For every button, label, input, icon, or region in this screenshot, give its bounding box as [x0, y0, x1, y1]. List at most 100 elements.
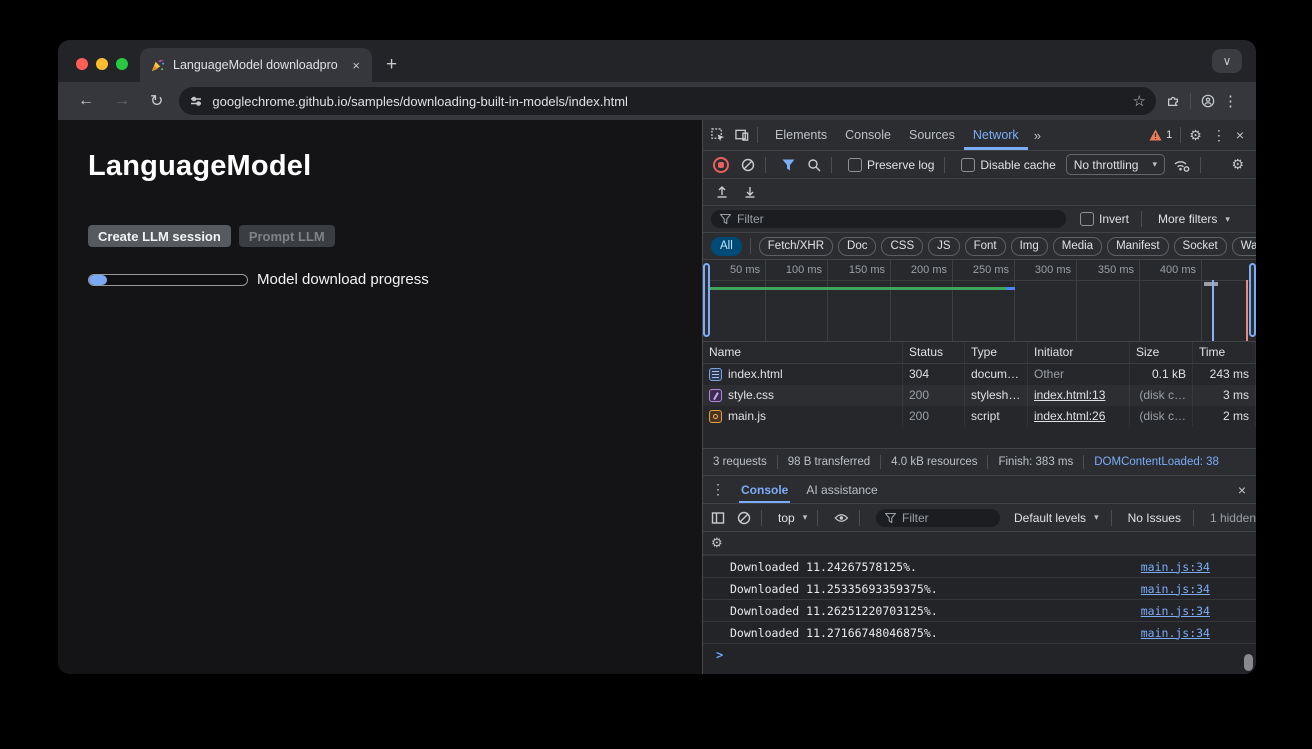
preserve-log-checkbox[interactable] [848, 158, 862, 172]
chip-media[interactable]: Media [1053, 237, 1102, 256]
table-row[interactable]: style.css 200 stylesh… index.html:13 (di… [703, 385, 1256, 406]
chip-img[interactable]: Img [1011, 237, 1048, 256]
network-filter-input[interactable]: Filter [711, 210, 1066, 228]
console-message[interactable]: Downloaded 11.25335693359375%. main.js:3… [703, 578, 1256, 600]
tab-search-button[interactable]: ∨ [1212, 49, 1242, 73]
drawer-menu-icon[interactable]: ⋮ [711, 481, 725, 498]
col-initiator[interactable]: Initiator [1028, 342, 1130, 363]
network-filter-row: Filter Invert More filters ▾ [703, 206, 1256, 233]
more-tabs-icon[interactable]: » [1028, 128, 1047, 143]
chip-manifest[interactable]: Manifest [1107, 237, 1168, 256]
clear-console-icon[interactable] [737, 511, 751, 525]
record-network-log-button[interactable] [713, 157, 729, 173]
issues-counter[interactable]: No Issues [1128, 511, 1181, 525]
chip-css[interactable]: CSS [881, 237, 923, 256]
console-sidebar-icon[interactable] [711, 511, 725, 525]
preserve-log-label[interactable]: Preserve log [867, 158, 934, 172]
col-type[interactable]: Type [965, 342, 1028, 363]
minimize-window-button[interactable] [96, 58, 108, 70]
chip-all[interactable]: All [711, 237, 742, 256]
device-toolbar-icon[interactable] [735, 128, 749, 142]
console-prompt[interactable]: > [703, 644, 1256, 666]
disable-cache-label[interactable]: Disable cache [980, 158, 1055, 172]
bookmark-star-icon[interactable]: ☆ [1133, 92, 1146, 110]
site-settings-icon[interactable] [189, 94, 203, 108]
invert-label[interactable]: Invert [1099, 212, 1129, 226]
live-expression-eye-icon[interactable] [834, 512, 849, 524]
devtools-tab-console[interactable]: Console [836, 120, 900, 150]
extensions-icon[interactable] [1166, 94, 1180, 108]
network-settings-icon[interactable]: ⚙ [1231, 156, 1244, 173]
invert-checkbox[interactable] [1080, 212, 1094, 226]
address-bar[interactable]: googlechrome.github.io/samples/downloadi… [179, 87, 1156, 115]
chip-js[interactable]: JS [928, 237, 959, 256]
col-status[interactable]: Status [903, 342, 965, 363]
console-filter-placeholder: Filter [902, 511, 929, 525]
context-arrow-icon: ▾ [803, 512, 808, 523]
more-filters-arrow-icon[interactable]: ▾ [1225, 214, 1230, 225]
prompt-llm-button[interactable]: Prompt LLM [239, 225, 335, 247]
source-link[interactable]: main.js:34 [1141, 604, 1210, 618]
tick-400ms: 400 ms [1139, 260, 1201, 280]
console-message[interactable]: Downloaded 11.24267578125%. main.js:34 [703, 555, 1256, 578]
devtools-settings-icon[interactable]: ⚙ [1189, 127, 1202, 144]
network-conditions-icon[interactable] [1173, 158, 1190, 172]
export-har-icon[interactable] [743, 185, 757, 199]
devtools-menu-icon[interactable]: ⋮ [1212, 127, 1226, 144]
reload-button[interactable]: ↻ [150, 91, 163, 111]
browser-tab[interactable]: LanguageModel downloadpro × [140, 48, 372, 82]
disable-cache-checkbox[interactable] [961, 158, 975, 172]
devtools-tab-elements[interactable]: Elements [766, 120, 836, 150]
chip-doc[interactable]: Doc [838, 237, 876, 256]
forward-button[interactable]: → [114, 92, 130, 110]
table-row[interactable]: index.html 304 docum… Other 0.1 kB 243 m… [703, 364, 1256, 385]
inspect-element-icon[interactable] [711, 128, 725, 142]
import-har-icon[interactable] [715, 185, 729, 199]
network-filter-icon[interactable] [782, 159, 795, 171]
profile-icon[interactable] [1201, 94, 1215, 108]
execution-context-selector[interactable]: top [778, 511, 795, 525]
console-message[interactable]: Downloaded 11.26251220703125%. main.js:3… [703, 600, 1256, 622]
col-time[interactable]: Time [1193, 342, 1256, 363]
initiator-link[interactable]: index.html:13 [1034, 388, 1105, 402]
zoom-window-button[interactable] [116, 58, 128, 70]
new-tab-button[interactable]: + [386, 55, 397, 74]
chip-fetch-xhr[interactable]: Fetch/XHR [759, 237, 833, 256]
clear-network-log-icon[interactable] [741, 158, 755, 172]
col-name[interactable]: Name [703, 342, 903, 363]
console-settings-icon[interactable]: ⚙ [711, 535, 723, 551]
console-scrollbar-thumb[interactable] [1244, 654, 1253, 671]
create-llm-session-button[interactable]: Create LLM session [88, 225, 231, 247]
devtools-close-icon[interactable]: × [1236, 127, 1244, 143]
dcl-marker-line [1212, 280, 1214, 341]
chip-font[interactable]: Font [965, 237, 1006, 256]
log-levels-select[interactable]: Default levels [1014, 511, 1086, 525]
source-link[interactable]: main.js:34 [1141, 560, 1210, 574]
console-message[interactable]: Downloaded 11.27166748046875%. main.js:3… [703, 622, 1256, 644]
browser-menu-icon[interactable]: ⋮ [1223, 92, 1238, 110]
chip-wasm[interactable]: Wasm [1232, 237, 1256, 256]
tab-close-icon[interactable]: × [350, 58, 362, 73]
initiator-link[interactable]: index.html:26 [1034, 409, 1105, 423]
drawer-tab-console[interactable]: Console [739, 476, 790, 503]
throttling-select[interactable]: No throttling ▾ [1066, 154, 1165, 175]
source-link[interactable]: main.js:34 [1141, 582, 1210, 596]
col-size[interactable]: Size [1130, 342, 1193, 363]
more-filters-label[interactable]: More filters [1158, 212, 1217, 226]
drawer-close-icon[interactable]: × [1238, 482, 1246, 498]
overview-left-handle[interactable] [703, 263, 710, 337]
back-button[interactable]: ← [78, 92, 94, 110]
request-initiator: Other [1028, 364, 1130, 385]
drawer-tab-ai-assistance[interactable]: AI assistance [804, 476, 879, 503]
devtools-tab-sources[interactable]: Sources [900, 120, 964, 150]
chip-socket[interactable]: Socket [1174, 237, 1227, 256]
console-filter-input[interactable]: Filter [876, 509, 1000, 527]
network-overview[interactable]: 50 ms 100 ms 150 ms 200 ms 250 ms 300 ms… [703, 260, 1256, 342]
network-search-icon[interactable] [807, 158, 821, 172]
warning-badge[interactable]: 1 [1149, 129, 1172, 141]
table-row[interactable]: main.js 200 script index.html:26 (disk c… [703, 406, 1256, 427]
source-link[interactable]: main.js:34 [1141, 626, 1210, 640]
overview-right-handle[interactable] [1249, 263, 1256, 337]
devtools-tab-network[interactable]: Network [964, 120, 1028, 150]
close-window-button[interactable] [76, 58, 88, 70]
